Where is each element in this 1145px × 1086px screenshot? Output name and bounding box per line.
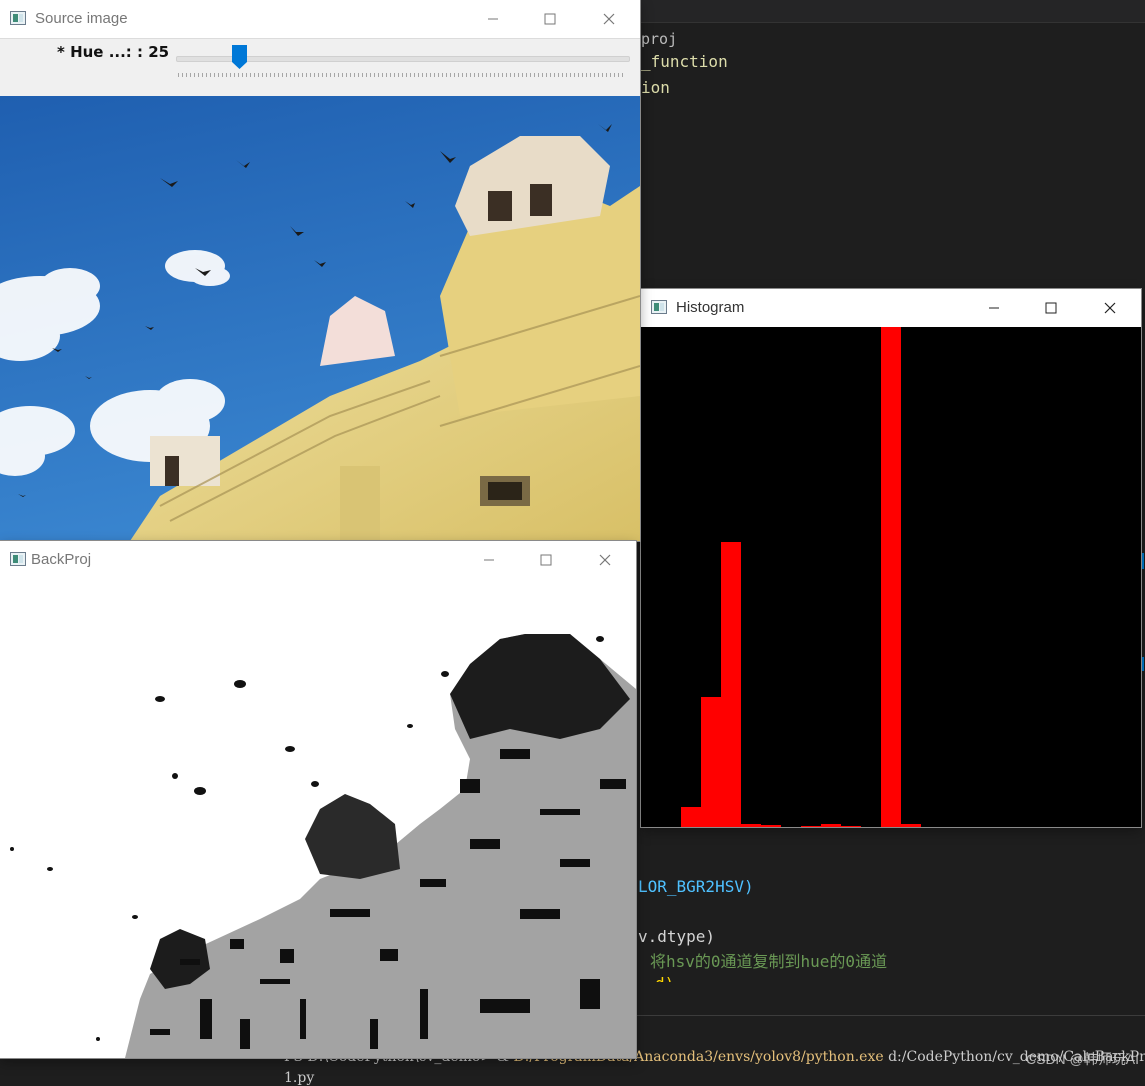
histogram-bar xyxy=(901,824,921,827)
histogram-bar xyxy=(881,327,901,827)
minimize-button[interactable] xyxy=(971,289,1017,327)
code-line: d) xyxy=(655,974,675,993)
histogram-bar xyxy=(821,824,841,827)
trackbar-panel: * Hue ...: : 25 xyxy=(0,38,640,97)
histogram-bar xyxy=(761,825,781,827)
app-icon xyxy=(10,552,26,566)
minimize-icon xyxy=(488,18,498,20)
window-title: BackProj xyxy=(31,551,92,568)
code-line: v.dtype) xyxy=(638,927,716,946)
close-icon xyxy=(1104,302,1116,314)
backproj-window: BackProj xyxy=(0,541,636,1058)
code-comment: 将hsv的0通道复制到hue的0通道 xyxy=(650,952,888,971)
minimize-button[interactable] xyxy=(466,541,512,579)
window-title: Source image xyxy=(35,10,128,27)
code-line: _function xyxy=(641,52,728,71)
scroll-marker xyxy=(1141,553,1144,569)
histogram-window: Histogram xyxy=(641,289,1141,827)
code-line: ion xyxy=(641,78,670,97)
watermark: CSDN @韩师玩AI xyxy=(1026,1051,1139,1067)
trackbar-ticks xyxy=(178,73,624,77)
app-icon xyxy=(651,300,667,314)
close-button[interactable] xyxy=(582,541,628,579)
title-bar[interactable]: Histogram xyxy=(641,289,1141,327)
code-line: LOR_BGR2HSV) xyxy=(638,877,754,896)
histogram-canvas xyxy=(641,327,1141,827)
palace-photo xyxy=(0,96,640,541)
histogram-bar xyxy=(701,697,721,827)
trackbar-label: * Hue ...: : 25 xyxy=(57,43,170,61)
maximize-button[interactable] xyxy=(523,541,569,579)
minimize-button[interactable] xyxy=(470,0,516,38)
title-bar[interactable]: BackProj xyxy=(0,541,636,579)
editor-tab-bar xyxy=(640,0,1145,23)
source-image-window: Source image * Hue ...: : 25 xyxy=(0,0,640,541)
maximize-button[interactable] xyxy=(527,0,573,38)
source-image xyxy=(0,96,640,541)
histogram-bar xyxy=(841,826,861,827)
close-button[interactable] xyxy=(1087,289,1133,327)
minimize-icon xyxy=(989,307,999,309)
code-line: proj xyxy=(641,30,678,48)
histogram-bar xyxy=(721,542,741,827)
backprojection-image xyxy=(0,579,636,1058)
maximize-button[interactable] xyxy=(1028,289,1074,327)
maximize-icon xyxy=(1045,302,1057,314)
app-icon xyxy=(10,11,26,25)
minimize-icon xyxy=(484,559,494,561)
title-bar[interactable]: Source image xyxy=(0,0,640,38)
close-button[interactable] xyxy=(586,0,632,38)
histogram-bar xyxy=(741,824,761,827)
trackbar-thumb[interactable] xyxy=(232,45,247,69)
close-icon xyxy=(599,554,611,566)
close-icon xyxy=(603,13,615,25)
histogram-bar xyxy=(681,807,701,827)
scroll-marker xyxy=(1141,657,1144,671)
terminal-line: 1.py xyxy=(284,1070,315,1086)
maximize-icon xyxy=(540,554,552,566)
window-title: Histogram xyxy=(676,299,745,316)
histogram-bar xyxy=(801,826,821,827)
backprojection-mask xyxy=(0,579,636,1058)
maximize-icon xyxy=(544,13,556,25)
